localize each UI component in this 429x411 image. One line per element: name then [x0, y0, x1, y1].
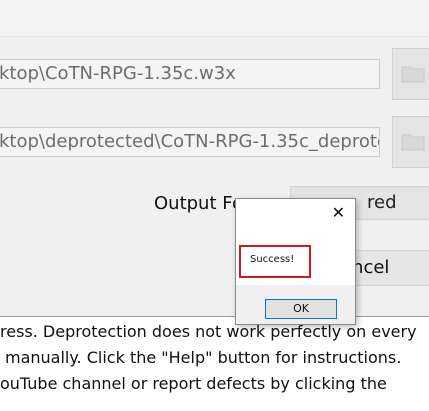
output-format-label: Output Fo: [154, 193, 243, 214]
output-format-value: red: [367, 192, 397, 213]
folder-icon: [401, 66, 425, 83]
browse-input-button[interactable]: [392, 48, 429, 100]
folder-icon: [401, 134, 425, 151]
input-map-path-text: ktop\CoTN-RPG-1.35c.w3x: [0, 63, 236, 84]
info-line-2: manually. Click the "Help" button for in…: [5, 348, 402, 367]
info-text-panel: ress. Deprotection does not work perfect…: [0, 316, 429, 411]
input-map-path-field[interactable]: ktop\CoTN-RPG-1.35c.w3x: [0, 59, 380, 89]
ok-button[interactable]: OK: [265, 299, 337, 319]
info-line-3: ouTube channel or report defects by clic…: [0, 374, 387, 393]
dialog-body: Success!: [236, 229, 355, 285]
close-icon[interactable]: ✕: [332, 203, 345, 223]
browse-output-button[interactable]: [392, 116, 429, 168]
output-map-path-text: ktop\deprotected\CoTN-RPG-1.35c_deprotec…: [0, 131, 380, 152]
dialog-titlebar: ✕: [236, 199, 355, 229]
output-map-path-field[interactable]: ktop\deprotected\CoTN-RPG-1.35c_deprotec…: [0, 127, 380, 157]
dialog-message: Success!: [239, 245, 311, 278]
success-dialog: ✕ Success! OK: [235, 198, 356, 325]
window-title-strip: [0, 0, 429, 37]
